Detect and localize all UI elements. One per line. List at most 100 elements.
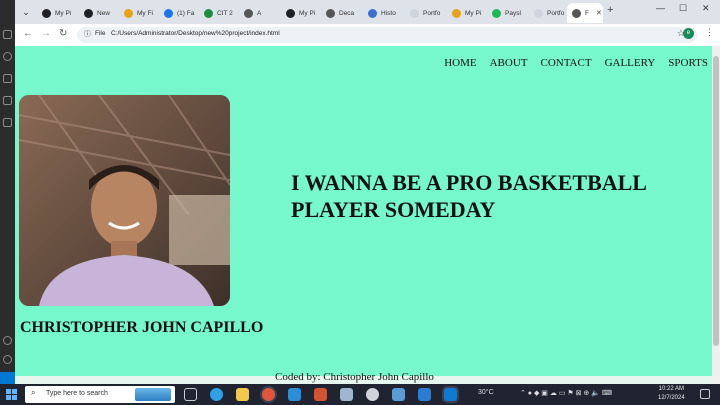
- nav-home-link[interactable]: HOME: [444, 57, 476, 69]
- web-page: HOME ABOUT CONTACT GALLERY SPORTS I WANN…: [15, 46, 720, 384]
- nav-contact-link[interactable]: CONTACT: [540, 57, 591, 69]
- tab-label: Histo: [381, 9, 396, 17]
- browser-tab[interactable]: New: [79, 3, 119, 23]
- settings-gear-icon[interactable]: [366, 388, 379, 401]
- nav-sports-link[interactable]: SPORTS: [668, 57, 708, 69]
- search-icon: ⌕: [31, 388, 36, 397]
- tab-label: Paysl: [505, 9, 521, 17]
- browser-tab[interactable]: CIT 2: [199, 3, 239, 23]
- nav-about-link[interactable]: ABOUT: [490, 57, 528, 69]
- tab-favicon-icon: [244, 8, 253, 18]
- editor-activity-bar: [0, 0, 15, 384]
- url-text[interactable]: C:/Users/Administrator/Desktop/new%20pro…: [111, 30, 280, 37]
- extensions-icon[interactable]: [3, 118, 12, 127]
- run-debug-icon[interactable]: [3, 96, 12, 105]
- browser-tab[interactable]: Paysl: [487, 3, 527, 23]
- tab-label: My Pi: [465, 9, 482, 17]
- browser-tab[interactable]: My Pi: [37, 3, 77, 23]
- source-control-icon[interactable]: [3, 74, 12, 83]
- footer-credit: Coded by: Christopher John Capillo: [275, 371, 434, 383]
- browser-tab[interactable]: Deca: [321, 3, 361, 23]
- tab-favicon-icon: [204, 8, 213, 18]
- tab-label: New: [97, 9, 111, 17]
- page-scrollbar[interactable]: [712, 46, 720, 384]
- tab-label: A: [257, 9, 262, 17]
- profile-avatar[interactable]: e: [683, 28, 694, 39]
- clock-date: 12/7/2024: [658, 395, 685, 401]
- profile-photo: [19, 95, 230, 306]
- tab-favicon-icon: [534, 8, 543, 18]
- browser-menu-icon[interactable]: ⋮: [705, 27, 714, 38]
- back-arrow-icon[interactable]: ←: [23, 28, 33, 39]
- tab-favicon-icon: [164, 8, 173, 18]
- hero-tagline: I WANNA BE A PRO BASKETBALL PLAYER SOMED…: [291, 170, 646, 222]
- browser-tab[interactable]: F ✕: [567, 3, 603, 23]
- powerpoint-icon[interactable]: [314, 388, 327, 401]
- app-icon-2[interactable]: [392, 388, 405, 401]
- edit-app-icon[interactable]: [418, 388, 431, 401]
- accounts-icon[interactable]: [3, 336, 12, 345]
- notifications-icon[interactable]: [700, 389, 710, 399]
- site-nav: HOME ABOUT CONTACT GALLERY SPORTS: [444, 57, 708, 69]
- taskbar-search[interactable]: ⌕ Type here to search: [25, 386, 175, 403]
- tab-strip: ⌄ My Pi New My Fi (1) Fa CIT 2 A My Pi Deca Hist…: [15, 0, 720, 24]
- close-tab-icon[interactable]: ✕: [596, 9, 602, 17]
- tab-search-chevron-icon[interactable]: ⌄: [18, 4, 34, 20]
- tab-label: My Pi: [299, 9, 316, 17]
- tab-label: My Fi: [137, 9, 153, 17]
- browser-tab[interactable]: Histo: [363, 3, 403, 23]
- tab-favicon-icon: [368, 8, 377, 18]
- minimize-icon[interactable]: —: [656, 3, 665, 13]
- forward-arrow-icon[interactable]: →: [41, 28, 51, 39]
- search-placeholder: Type here to search: [46, 390, 108, 397]
- file-chip: File: [95, 30, 106, 37]
- file-explorer-icon[interactable]: [236, 388, 249, 401]
- maximize-icon[interactable]: ☐: [679, 3, 687, 14]
- store-icon[interactable]: [288, 388, 301, 401]
- search-highlight-image: [135, 388, 171, 401]
- tab-favicon-icon: [286, 8, 295, 18]
- taskbar-clock[interactable]: 10:22 AM 12/7/2024: [658, 385, 685, 403]
- tab-label: My Pi: [55, 9, 72, 17]
- windows-start-icon[interactable]: [6, 389, 17, 400]
- tab-label: Portfo: [423, 9, 441, 17]
- tab-favicon-icon: [326, 8, 335, 18]
- new-tab-button[interactable]: +: [607, 4, 613, 16]
- nav-gallery-link[interactable]: GALLERY: [605, 57, 656, 69]
- tab-favicon-icon: [42, 8, 51, 18]
- search-icon[interactable]: [3, 52, 12, 61]
- scrollbar-thumb[interactable]: [713, 56, 719, 346]
- browser-tab[interactable]: My Pi: [447, 3, 487, 23]
- vscode-icon[interactable]: [444, 388, 457, 401]
- owner-name: CHRISTOPHER JOHN CAPILLO: [20, 319, 264, 336]
- tab-label: Deca: [339, 9, 355, 17]
- edge-icon[interactable]: [210, 388, 223, 401]
- browser-tab[interactable]: My Fi: [119, 3, 159, 23]
- reload-icon[interactable]: ↻: [59, 28, 67, 39]
- page-footer: Coded by: Christopher John Capillo: [15, 371, 712, 384]
- files-icon[interactable]: [3, 30, 12, 39]
- address-bar[interactable]: ⓘ File C:/Users/Administrator/Desktop/ne…: [77, 27, 697, 43]
- tab-favicon-icon: [410, 8, 419, 18]
- tab-favicon-icon: [452, 8, 461, 18]
- tab-favicon-icon: [124, 8, 133, 18]
- app-icon[interactable]: [340, 388, 353, 401]
- taskbar: ⌕ Type here to search 30°C ⌃ ● ◆ ▣ ☁ ▭ ⚑…: [0, 384, 720, 405]
- browser-tab[interactable]: Portfo: [529, 3, 569, 23]
- close-window-icon[interactable]: ✕: [702, 3, 710, 14]
- weather-widget[interactable]: 30°C: [478, 389, 494, 396]
- browser-tab[interactable]: Portfo: [405, 3, 445, 23]
- tab-favicon-icon: [492, 8, 501, 18]
- remote-status-icon[interactable]: [0, 372, 15, 384]
- browser-tab[interactable]: My Pi: [281, 3, 321, 23]
- task-view-icon[interactable]: [184, 388, 197, 401]
- tab-favicon-icon: [84, 8, 93, 18]
- system-tray-icons[interactable]: ⌃ ● ◆ ▣ ☁ ▭ ⚑ ⊠ ⊕ 🔈 ⌨: [520, 389, 612, 397]
- clock-time: 10:22 AM: [658, 386, 685, 392]
- site-info-icon[interactable]: ⓘ: [84, 29, 91, 39]
- settings-gear-icon[interactable]: [3, 355, 12, 364]
- browser-tab[interactable]: A: [239, 3, 279, 23]
- browser-tab[interactable]: (1) Fa: [159, 3, 199, 23]
- tab-label: F: [585, 9, 589, 17]
- chrome-icon[interactable]: [262, 388, 275, 401]
